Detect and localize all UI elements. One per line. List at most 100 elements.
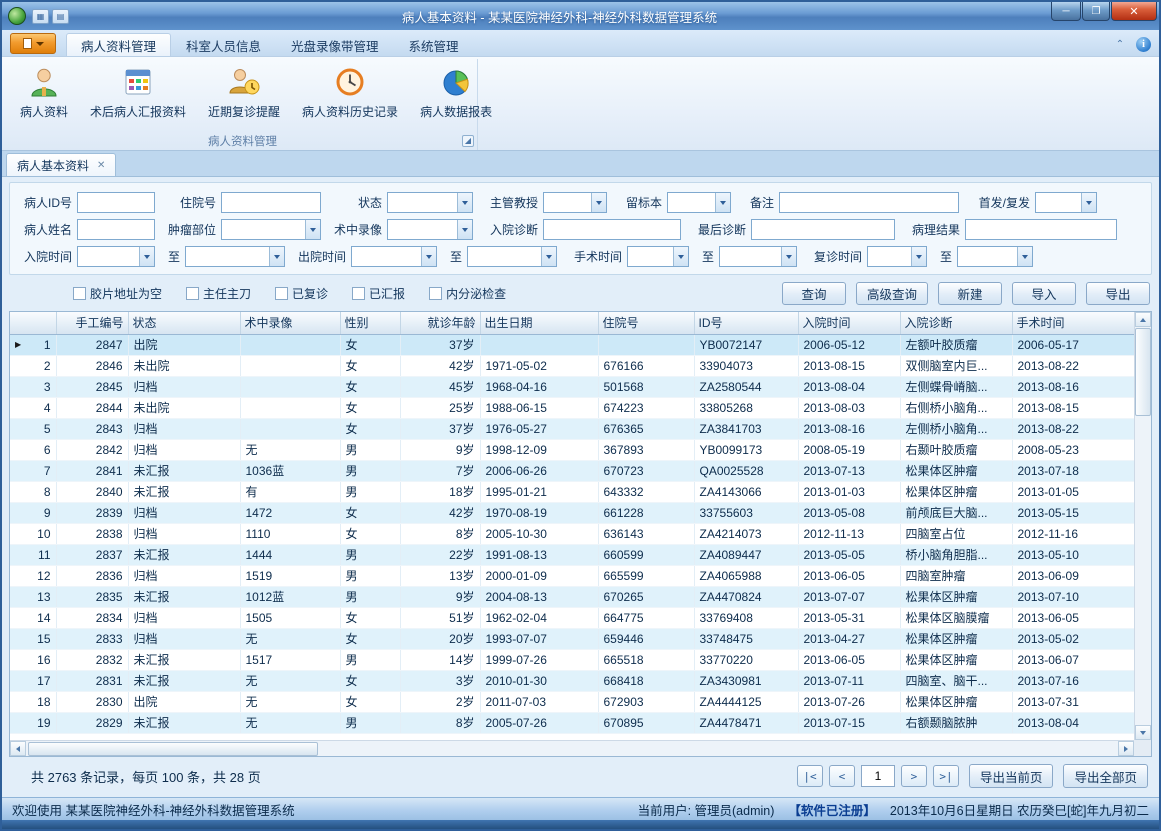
- table-row[interactable]: 112837未汇报1444男22岁1991-08-13660599ZA40894…: [10, 544, 1136, 565]
- info-icon[interactable]: i: [1136, 37, 1151, 52]
- pathology-result-input[interactable]: [965, 219, 1117, 240]
- dialog-launcher-icon[interactable]: ◢: [462, 135, 474, 147]
- new-button[interactable]: 新建: [938, 282, 1002, 305]
- film-address-empty-checkbox[interactable]: 胶片地址为空: [73, 285, 162, 302]
- tab-close-icon[interactable]: ✕: [97, 160, 105, 171]
- dropdown-arrow-icon[interactable]: [1081, 193, 1096, 212]
- specimen-combo[interactable]: [667, 192, 731, 213]
- discharge-date-from-combo[interactable]: [351, 246, 437, 267]
- table-row[interactable]: 182830出院无女2岁2011-07-03672903ZA4444125201…: [10, 691, 1136, 712]
- revisited-checkbox[interactable]: 已复诊: [275, 285, 328, 302]
- dropdown-arrow-icon[interactable]: [269, 247, 284, 266]
- table-row[interactable]: 192829未汇报无男8岁2005-07-26670895ZA447847120…: [10, 712, 1136, 733]
- first-page-button[interactable]: |<: [797, 765, 823, 787]
- final-diagnosis-input-text[interactable]: [752, 220, 894, 239]
- prev-page-button[interactable]: <: [829, 765, 855, 787]
- patient-id-input-text[interactable]: [78, 193, 154, 212]
- table-row[interactable]: 152833归档无女20岁1993-07-0765944633748475201…: [10, 628, 1136, 649]
- admission-no-input[interactable]: [221, 192, 321, 213]
- dropdown-arrow-icon[interactable]: [457, 220, 472, 239]
- tumor-site-combo-text[interactable]: [222, 220, 304, 239]
- admit-date-to-combo-text[interactable]: [186, 247, 268, 266]
- quick-access-icon[interactable]: ▦: [32, 9, 49, 24]
- intraop-video-combo-text[interactable]: [388, 220, 456, 239]
- dropdown-arrow-icon[interactable]: [421, 247, 436, 266]
- column-header[interactable]: 住院号: [598, 312, 694, 334]
- checkbox-box-icon[interactable]: [352, 287, 365, 300]
- dropdown-arrow-icon[interactable]: [1017, 247, 1032, 266]
- dropdown-arrow-icon[interactable]: [591, 193, 606, 212]
- intraop-video-combo[interactable]: [387, 219, 473, 240]
- column-header[interactable]: 状态: [128, 312, 240, 334]
- column-header[interactable]: 手工编号: [56, 312, 128, 334]
- table-row[interactable]: 172831未汇报无女3岁2010-01-30668418ZA343098120…: [10, 670, 1136, 691]
- table-row[interactable]: 122836归档1519男13岁2000-01-09665599ZA406598…: [10, 565, 1136, 586]
- maximize-button[interactable]: ❐: [1082, 2, 1110, 21]
- surgery-date-to-combo[interactable]: [719, 246, 797, 267]
- horizontal-scroll-thumb[interactable]: [28, 742, 318, 756]
- revisit-date-to-combo-text[interactable]: [958, 247, 1016, 266]
- admit-diagnosis-input-text[interactable]: [544, 220, 680, 239]
- export-all-pages-button[interactable]: 导出全部页: [1063, 764, 1148, 788]
- dropdown-arrow-icon[interactable]: [457, 193, 472, 212]
- table-row[interactable]: 32845归档女45岁1968-04-16501568ZA25805442013…: [10, 376, 1136, 397]
- ribbon-tab-disc-video[interactable]: 光盘录像带管理: [276, 33, 394, 56]
- column-header[interactable]: 入院时间: [798, 312, 900, 334]
- checkbox-box-icon[interactable]: [186, 287, 199, 300]
- table-row[interactable]: 62842归档无男9岁1998-12-09367893YB00991732008…: [10, 439, 1136, 460]
- patient-name-input[interactable]: [77, 219, 155, 240]
- revisit-date-from-combo[interactable]: [867, 246, 927, 267]
- final-diagnosis-input[interactable]: [751, 219, 895, 240]
- tumor-site-combo[interactable]: [221, 219, 321, 240]
- dropdown-arrow-icon[interactable]: [673, 247, 688, 266]
- patient-name-input-text[interactable]: [78, 220, 154, 239]
- pathology-result-input-text[interactable]: [966, 220, 1116, 239]
- table-row[interactable]: 162832未汇报1517男14岁1999-07-266655183377022…: [10, 649, 1136, 670]
- column-header[interactable]: 性别: [340, 312, 400, 334]
- column-header[interactable]: ID号: [694, 312, 798, 334]
- advanced-query-button[interactable]: 高级查询: [856, 282, 928, 305]
- dropdown-arrow-icon[interactable]: [305, 220, 320, 239]
- revisit-reminder-button[interactable]: 近期复诊提醒: [200, 61, 288, 122]
- export-button[interactable]: 导出: [1086, 282, 1150, 305]
- patient-data-button[interactable]: 病人资料: [12, 61, 76, 122]
- patient-id-input[interactable]: [77, 192, 155, 213]
- dropdown-arrow-icon[interactable]: [139, 247, 154, 266]
- vertical-scroll-thumb[interactable]: [1135, 328, 1151, 416]
- checkbox-box-icon[interactable]: [429, 287, 442, 300]
- checkbox-box-icon[interactable]: [73, 287, 86, 300]
- table-row[interactable]: ▶12847出院女37岁YB00721472006-05-12左额叶胶质瘤200…: [10, 334, 1136, 355]
- dropdown-arrow-icon[interactable]: [715, 193, 730, 212]
- table-row[interactable]: 132835未汇报1012蓝男9岁2004-08-13670265ZA44708…: [10, 586, 1136, 607]
- specimen-combo-text[interactable]: [668, 193, 714, 212]
- column-header[interactable]: 手术时间: [1012, 312, 1136, 334]
- admit-date-from-combo[interactable]: [77, 246, 155, 267]
- table-row[interactable]: 22846未出院女42岁1971-05-02676166339040732013…: [10, 355, 1136, 376]
- professor-combo[interactable]: [543, 192, 607, 213]
- table-row[interactable]: 82840未汇报有男18岁1995-01-21643332ZA414306620…: [10, 481, 1136, 502]
- close-button[interactable]: ✕: [1111, 2, 1157, 21]
- dropdown-arrow-icon[interactable]: [781, 247, 796, 266]
- ribbon-tab-patient-management[interactable]: 病人资料管理: [66, 33, 171, 56]
- chief-surgeon-checkbox[interactable]: 主任主刀: [186, 285, 251, 302]
- remark-input[interactable]: [779, 192, 959, 213]
- surgery-date-from-combo-text[interactable]: [628, 247, 672, 266]
- column-header[interactable]: 就诊年龄: [400, 312, 480, 334]
- scroll-right-icon[interactable]: [1118, 741, 1134, 756]
- postop-report-button[interactable]: 术后病人汇报资料: [82, 61, 194, 122]
- ribbon-tab-department-staff[interactable]: 科室人员信息: [171, 33, 276, 56]
- admission-no-input-text[interactable]: [222, 193, 320, 212]
- revisit-date-to-combo[interactable]: [957, 246, 1033, 267]
- quick-access-icon[interactable]: ▤: [52, 9, 69, 24]
- patient-report-button[interactable]: 病人数据报表: [412, 61, 500, 122]
- checkbox-box-icon[interactable]: [275, 287, 288, 300]
- ribbon-tab-system[interactable]: 系统管理: [394, 33, 474, 56]
- query-button[interactable]: 查询: [782, 282, 846, 305]
- column-header[interactable]: 术中录像: [240, 312, 340, 334]
- next-page-button[interactable]: >: [901, 765, 927, 787]
- admit-date-to-combo[interactable]: [185, 246, 285, 267]
- discharge-date-to-combo-text[interactable]: [468, 247, 540, 266]
- page-number-input[interactable]: [861, 765, 895, 787]
- discharge-date-to-combo[interactable]: [467, 246, 557, 267]
- patient-history-button[interactable]: 病人资料历史记录: [294, 61, 406, 122]
